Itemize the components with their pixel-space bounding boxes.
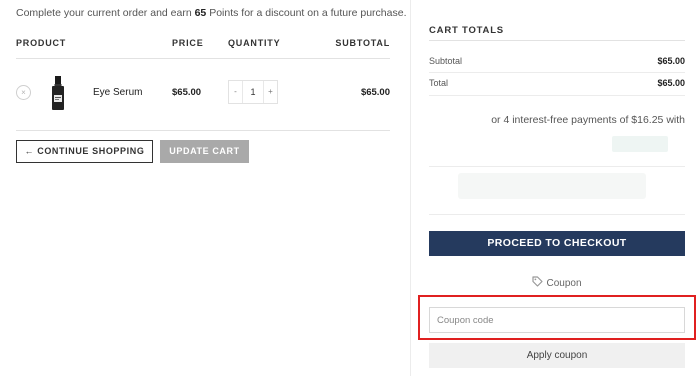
totals-total-row: Total $65.00 (429, 74, 685, 94)
payment-divider (429, 214, 685, 215)
totals-subtotal-label: Subtotal (429, 56, 463, 66)
totals-subtotal-row: Subtotal $65.00 (429, 52, 685, 72)
update-cart-button[interactable]: UPDATE CART (160, 140, 249, 163)
remove-item-icon[interactable]: × (16, 85, 31, 100)
payment-widget-box[interactable] (458, 173, 646, 199)
quantity-increase-button[interactable]: + (263, 81, 277, 103)
quantity-decrease-button[interactable]: - (229, 81, 243, 103)
payment-widget-button[interactable] (612, 136, 668, 152)
quantity-stepper[interactable]: - 1 + (228, 80, 278, 104)
totals-total-value: $65.00 (657, 78, 685, 88)
header-price: PRICE (172, 38, 204, 48)
payment-divider (429, 166, 685, 167)
tag-icon (532, 276, 544, 290)
coupon-heading: Coupon (429, 276, 685, 290)
product-price: $65.00 (172, 87, 202, 98)
totals-row-divider (429, 95, 685, 96)
panel-divider (410, 0, 411, 376)
quantity-input[interactable]: 1 (243, 81, 263, 103)
coupon-code-input[interactable] (429, 307, 685, 333)
coupon-label: Coupon (546, 278, 582, 289)
row-divider (16, 130, 390, 131)
totals-row-divider (429, 72, 685, 73)
totals-total-label: Total (429, 78, 449, 88)
installments-message: or 4 interest-free payments of $16.25 wi… (491, 114, 685, 126)
header-divider (16, 58, 390, 59)
apply-coupon-button[interactable]: Apply coupon (429, 343, 685, 368)
cart-table-header: PRODUCT PRICE QUANTITY SUBTOTAL (16, 38, 390, 52)
item-subtotal: $65.00 (360, 87, 390, 98)
points-message-after: Points for a discount on a future purcha… (206, 7, 407, 19)
header-quantity: QUANTITY (228, 38, 281, 48)
continue-shopping-button[interactable]: ← CONTINUE SHOPPING (16, 140, 153, 163)
cart-row: × Eye Serum $65.00 - 1 + $65.00 (16, 70, 390, 116)
totals-subtotal-value: $65.00 (657, 56, 685, 66)
header-product: PRODUCT (16, 38, 67, 48)
points-amount: 65 (194, 7, 207, 19)
points-message: Complete your current order and earn 65 … (16, 7, 406, 19)
points-message-before: Complete your current order and earn (16, 7, 195, 19)
proceed-to-checkout-button[interactable]: PROCEED TO CHECKOUT (429, 231, 685, 256)
product-name-link[interactable]: Eye Serum (93, 87, 142, 98)
header-subtotal: SUBTOTAL (335, 38, 390, 48)
product-thumbnail[interactable] (51, 76, 65, 110)
cart-totals-title: CART TOTALS (429, 25, 504, 36)
totals-title-divider (429, 40, 685, 41)
